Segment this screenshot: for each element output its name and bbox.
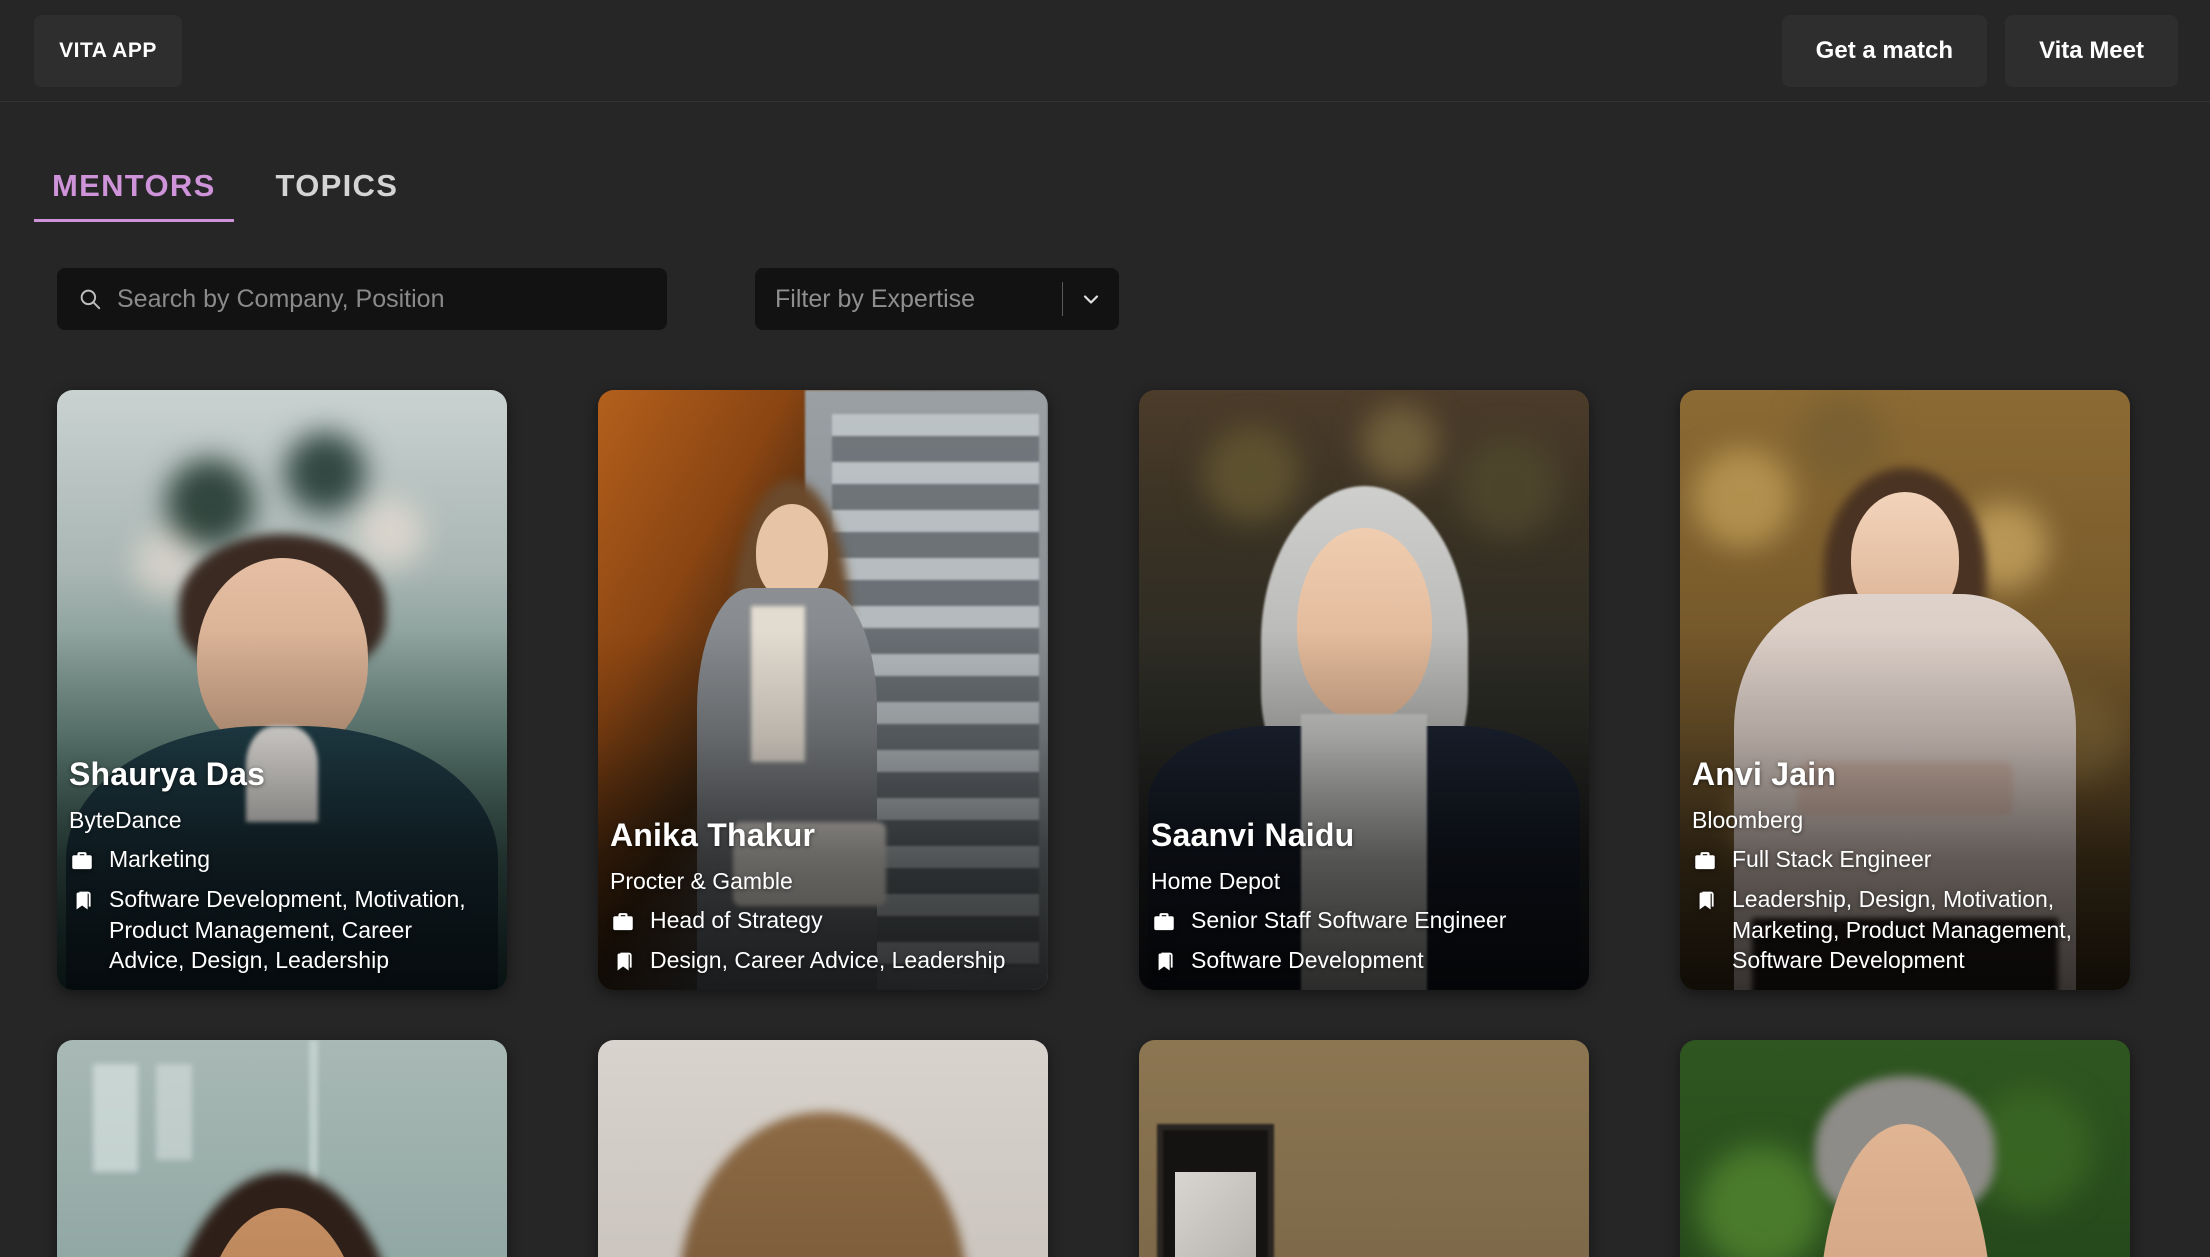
app-header: VITA APP Get a match Vita Meet (0, 0, 2210, 102)
mentor-card[interactable]: Saanvi Naidu Home Depot Senior Staff Sof… (1139, 390, 1589, 990)
mentor-card-body: Shaurya Das ByteDance Marketing Softwa (57, 756, 507, 990)
mentor-role-row: Head of Strategy (610, 905, 1032, 936)
mentor-company: Procter & Gamble (610, 868, 1032, 895)
mentor-photo (598, 1040, 1048, 1257)
search-input[interactable] (117, 268, 667, 330)
mentor-name: Saanvi Naidu (1151, 817, 1573, 854)
mentor-expertise-row: Design, Career Advice, Leadership (610, 945, 1032, 976)
mentor-card[interactable] (1680, 1040, 2130, 1257)
mentor-role: Marketing (109, 844, 210, 875)
brand-logo-button[interactable]: VITA APP (34, 15, 182, 87)
mentor-photo (57, 1040, 507, 1257)
mentor-card[interactable]: Shaurya Das ByteDance Marketing Softwa (57, 390, 507, 990)
mentor-expertise-row: Software Development, Motivation, Produc… (69, 884, 491, 976)
mentor-name: Anika Thakur (610, 817, 1032, 854)
mentor-role: Full Stack Engineer (1732, 844, 1931, 875)
main-tabs: MENTORS TOPICS (0, 160, 2210, 222)
mentor-expertise: Software Development, Motivation, Produc… (109, 884, 491, 976)
mentor-card-body: Saanvi Naidu Home Depot Senior Staff Sof… (1139, 817, 1589, 990)
filter-bar: Filter by Expertise (0, 268, 2210, 330)
mentor-expertise-row: Leadership, Design, Motivation, Marketin… (1692, 884, 2114, 976)
search-box[interactable] (57, 268, 667, 330)
mentor-card[interactable] (598, 1040, 1048, 1257)
tab-mentors[interactable]: MENTORS (34, 160, 234, 222)
briefcase-icon (69, 848, 95, 874)
mentor-card[interactable] (1139, 1040, 1589, 1257)
mentor-company: ByteDance (69, 807, 491, 834)
vita-meet-button[interactable]: Vita Meet (2005, 15, 2178, 87)
mentor-expertise: Software Development (1191, 945, 1424, 976)
mentor-expertise: Leadership, Design, Motivation, Marketin… (1732, 884, 2114, 976)
mentor-expertise: Design, Career Advice, Leadership (650, 945, 1005, 976)
briefcase-icon (1151, 909, 1177, 935)
get-a-match-button[interactable]: Get a match (1782, 15, 1987, 87)
mentor-name: Shaurya Das (69, 756, 491, 793)
mentor-role-row: Full Stack Engineer (1692, 844, 2114, 875)
expertise-filter-select[interactable]: Filter by Expertise (755, 268, 1119, 330)
mentor-card-body: Anvi Jain Bloomberg Full Stack Engineer (1680, 756, 2130, 990)
bookmark-icon (69, 888, 95, 914)
header-actions: Get a match Vita Meet (1782, 15, 2178, 87)
briefcase-icon (610, 909, 636, 935)
briefcase-icon (1692, 848, 1718, 874)
mentor-photo (1680, 1040, 2130, 1257)
chevron-down-icon[interactable] (1063, 287, 1119, 311)
mentor-role: Head of Strategy (650, 905, 823, 936)
mentor-name: Anvi Jain (1692, 756, 2114, 793)
bookmark-icon (1151, 949, 1177, 975)
tab-topics[interactable]: TOPICS (258, 160, 417, 222)
mentor-role-row: Marketing (69, 844, 491, 875)
mentor-card[interactable] (57, 1040, 507, 1257)
search-icon (77, 286, 103, 312)
mentor-card-grid: Shaurya Das ByteDance Marketing Softwa (0, 390, 2210, 1257)
mentor-role: Senior Staff Software Engineer (1191, 905, 1506, 936)
mentor-photo (1139, 1040, 1589, 1257)
mentor-card-body: Anika Thakur Procter & Gamble Head of St… (598, 817, 1048, 990)
bookmark-icon (610, 949, 636, 975)
mentor-company: Home Depot (1151, 868, 1573, 895)
mentor-card[interactable]: Anika Thakur Procter & Gamble Head of St… (598, 390, 1048, 990)
expertise-filter-value: Filter by Expertise (755, 285, 1062, 314)
mentor-company: Bloomberg (1692, 807, 2114, 834)
bookmark-icon (1692, 888, 1718, 914)
mentor-card[interactable]: Anvi Jain Bloomberg Full Stack Engineer (1680, 390, 2130, 990)
mentor-role-row: Senior Staff Software Engineer (1151, 905, 1573, 936)
mentor-expertise-row: Software Development (1151, 945, 1573, 976)
